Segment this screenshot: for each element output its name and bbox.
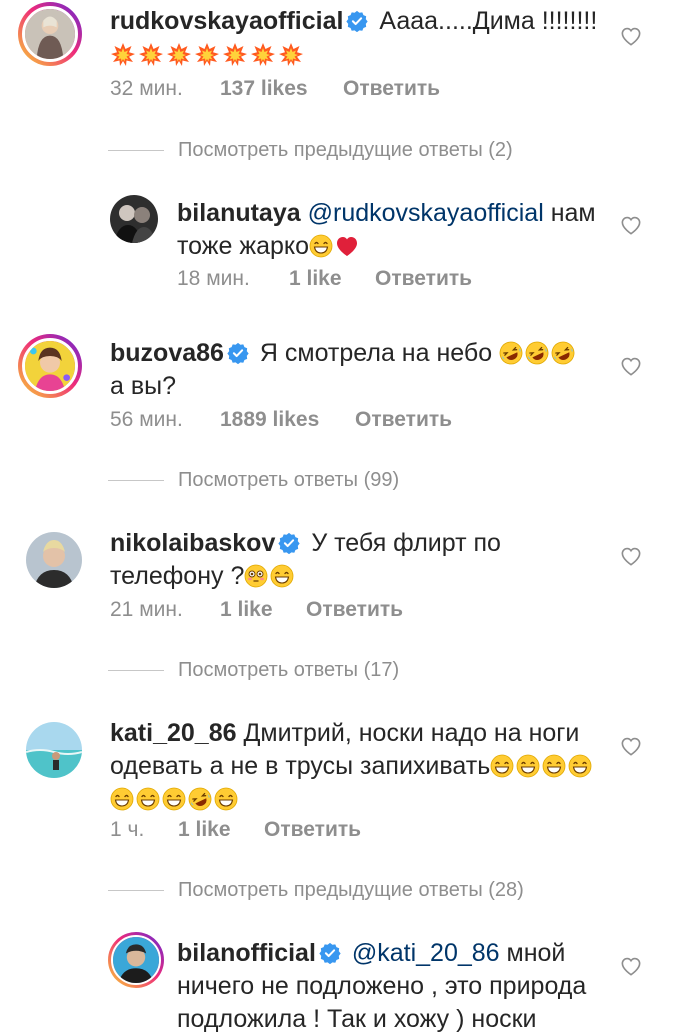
avatar-photo: [26, 532, 82, 588]
like-heart-icon[interactable]: [620, 956, 642, 976]
timestamp: 18 мин.: [177, 267, 250, 290]
rofl-emoji-icon: [188, 787, 212, 811]
avatar-photo: [26, 722, 82, 778]
boom-emoji-icon: [250, 42, 276, 66]
avatar[interactable]: [18, 334, 82, 398]
comment-body-line2: а вы?: [110, 372, 177, 400]
mention-link[interactable]: @rudkovskayaofficial: [308, 199, 544, 227]
boom-emoji-icon: [194, 42, 220, 66]
boom-emoji-icon: [278, 42, 304, 66]
grin-emoji-icon: [162, 787, 186, 811]
likes-count[interactable]: 1 like: [289, 267, 375, 291]
divider-line: [108, 890, 164, 892]
grin-emoji-icon: [309, 234, 333, 258]
divider-line: [108, 150, 164, 152]
red-heart-emoji-icon: [335, 234, 359, 258]
reply-button[interactable]: Ответить: [375, 267, 472, 291]
avatar[interactable]: [110, 195, 158, 243]
comment-text: buzova86 Я смотрела на небо а вы?: [110, 337, 610, 403]
grin-emoji-icon: [136, 787, 160, 811]
comment-text: bilanutaya @rudkovskayaofficial нам тоже…: [177, 197, 610, 263]
view-replies-link[interactable]: Посмотреть ответы (17): [108, 659, 399, 682]
avatar-photo: [25, 9, 75, 59]
comment-meta: 56 мин. 1889 likes Ответить: [110, 408, 452, 432]
likes-count[interactable]: 1 like: [178, 818, 264, 842]
comment-body: Я смотрела на небо: [259, 339, 500, 367]
flushed-emoji-icon: [244, 564, 268, 588]
rofl-emoji-icon: [525, 341, 549, 365]
likes-count[interactable]: 1889 likes: [220, 408, 355, 432]
verified-icon: [227, 342, 249, 364]
avatar-photo: [113, 937, 159, 983]
like-heart-icon[interactable]: [620, 356, 642, 376]
username[interactable]: bilanutaya: [177, 199, 301, 227]
grin-emoji-icon: [214, 787, 238, 811]
avatar[interactable]: [18, 2, 82, 66]
verified-icon: [319, 942, 341, 964]
avatar-photo: [110, 195, 158, 243]
comment-body: Аааа.....Дима !!!!!!!!: [379, 7, 598, 35]
boom-emoji-icon: [138, 42, 164, 66]
rofl-emoji-icon: [551, 341, 575, 365]
comment-meta: 1 ч. 1 like Ответить: [110, 818, 361, 842]
grin-emoji-icon: [516, 754, 540, 778]
avatar[interactable]: [108, 932, 164, 988]
boom-emojis: [110, 40, 306, 68]
comment-text: bilanofficial @kati_20_86 мной ничего не…: [177, 937, 610, 1036]
view-replies-link[interactable]: Посмотреть предыдущие ответы (28): [108, 879, 524, 902]
grin-emoji-icon: [490, 754, 514, 778]
verified-icon: [278, 532, 300, 554]
boom-emoji-icon: [166, 42, 192, 66]
avatar[interactable]: [26, 532, 82, 588]
like-heart-icon[interactable]: [620, 26, 642, 46]
username[interactable]: nikolaibaskov: [110, 529, 275, 557]
rofl-emoji-icon: [499, 341, 523, 365]
view-replies-label: Посмотреть предыдущие ответы (28): [178, 879, 524, 901]
reply-button[interactable]: Ответить: [355, 408, 452, 432]
divider-line: [108, 480, 164, 482]
timestamp: 32 мин.: [110, 77, 183, 100]
avatar-photo: [25, 341, 75, 391]
view-replies-label: Посмотреть ответы (17): [178, 659, 400, 681]
comment-text: kati_20_86 Дмитрий, носки надо на ноги о…: [110, 717, 610, 816]
timestamp: 1 ч.: [110, 818, 145, 841]
view-replies-link[interactable]: Посмотреть ответы (99): [108, 469, 399, 492]
comment-meta: 32 мин. 137 likes Ответить: [110, 77, 440, 101]
comment-text: nikolaibaskov У тебя флирт по телефону ?: [110, 527, 610, 593]
timestamp: 21 мин.: [110, 598, 183, 621]
likes-count[interactable]: 137 likes: [220, 77, 343, 101]
grin-emoji-icon: [270, 564, 294, 588]
like-heart-icon[interactable]: [620, 215, 642, 235]
grin-emoji-icon: [110, 787, 134, 811]
verified-icon: [346, 10, 368, 32]
view-replies-link[interactable]: Посмотреть предыдущие ответы (2): [108, 139, 513, 162]
like-heart-icon[interactable]: [620, 546, 642, 566]
username[interactable]: buzova86: [110, 339, 224, 367]
mention-link[interactable]: @kati_20_86: [352, 939, 500, 967]
username[interactable]: rudkovskayaofficial: [110, 7, 343, 35]
grin-emoji-icon: [568, 754, 592, 778]
view-replies-label: Посмотреть предыдущие ответы (2): [178, 139, 513, 161]
timestamp: 56 мин.: [110, 408, 183, 431]
username[interactable]: bilanofficial: [177, 939, 316, 967]
boom-emoji-icon: [222, 42, 248, 66]
comment-meta: 21 мин. 1 like Ответить: [110, 598, 403, 622]
divider-line: [108, 670, 164, 672]
reply-button[interactable]: Ответить: [306, 598, 403, 622]
like-heart-icon[interactable]: [620, 736, 642, 756]
boom-emoji-icon: [110, 42, 136, 66]
likes-count[interactable]: 1 like: [220, 598, 306, 622]
reply-button[interactable]: Ответить: [343, 77, 440, 101]
avatar[interactable]: [26, 722, 82, 778]
reply-button[interactable]: Ответить: [264, 818, 361, 842]
comment-text: rudkovskayaofficial Аааа.....Дима !!!!!!…: [110, 5, 610, 71]
comment-meta: 18 мин. 1 like Ответить: [177, 267, 472, 291]
view-replies-label: Посмотреть ответы (99): [178, 469, 400, 491]
grin-emoji-icon: [542, 754, 566, 778]
username[interactable]: kati_20_86: [110, 719, 237, 747]
